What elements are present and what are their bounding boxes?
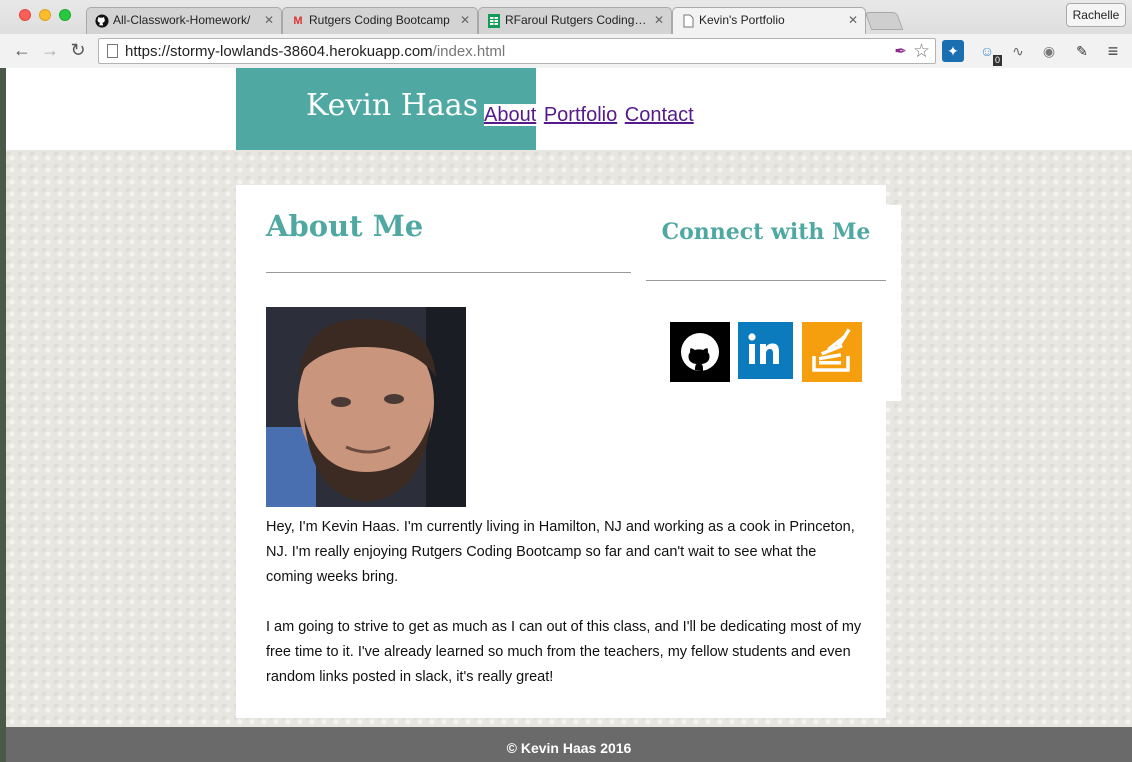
- tab-label: Rutgers Coding Bootcamp: [309, 13, 450, 27]
- new-tab-button[interactable]: [864, 12, 904, 30]
- profile-photo: [266, 307, 466, 507]
- eyedropper-icon[interactable]: ✎: [1071, 40, 1093, 62]
- gmail-icon: M: [293, 15, 303, 27]
- tab-label: All-Classwork-Homework/: [113, 13, 251, 27]
- url-path: /index.html: [432, 43, 506, 60]
- ghostery-icon[interactable]: ☺ 0: [976, 40, 1002, 66]
- browser-chrome: All-Classwork-Homework/ ✕ M Rutgers Codi…: [0, 0, 1132, 68]
- minimize-window-button[interactable]: [39, 9, 51, 21]
- bio-paragraph: Hey, I'm Kevin Haas. I'm currently livin…: [266, 519, 855, 585]
- tab-strip: All-Classwork-Homework/ ✕ M Rutgers Codi…: [0, 0, 1132, 35]
- globe-icon[interactable]: ◉: [1038, 40, 1060, 62]
- close-icon[interactable]: ✕: [460, 13, 470, 27]
- linkedin-icon: [748, 333, 779, 364]
- nav-contact[interactable]: Contact: [625, 104, 694, 126]
- zoom-window-button[interactable]: [59, 9, 71, 21]
- feather-icon[interactable]: ✒: [894, 42, 907, 60]
- page-icon: [107, 44, 118, 58]
- close-icon[interactable]: ✕: [264, 13, 274, 27]
- github-icon: [681, 333, 719, 372]
- bookmark-star-icon[interactable]: ☆: [913, 40, 930, 63]
- page-viewport: Kevin Haas About Portfolio Contact About…: [6, 68, 1132, 762]
- stackoverflow-icon: [812, 328, 851, 372]
- tab-github[interactable]: All-Classwork-Homework/ ✕: [86, 7, 282, 34]
- menu-icon[interactable]: ≡: [1102, 40, 1124, 62]
- extension-icon[interactable]: ✦: [942, 40, 964, 62]
- nav-portfolio[interactable]: Portfolio: [544, 104, 617, 126]
- pulse-icon[interactable]: ∿: [1007, 40, 1029, 62]
- tab-label: Kevin's Portfolio: [699, 13, 785, 27]
- linkedin-link[interactable]: [738, 322, 793, 379]
- back-arrow-icon[interactable]: ←: [11, 39, 33, 61]
- extension-badge: 0: [992, 55, 1002, 66]
- tab-sheets[interactable]: RFaroul Rutgers Coding Bo ✕: [478, 7, 672, 34]
- stackoverflow-link[interactable]: [802, 322, 862, 382]
- tab-label: RFaroul Rutgers Coding Bo: [505, 13, 649, 27]
- toolbar: ← → ↻ https://stormy-lowlands-38604.hero…: [0, 34, 1132, 68]
- connect-section: Connect with Me: [646, 205, 901, 401]
- close-icon[interactable]: ✕: [848, 13, 858, 27]
- forward-arrow-icon[interactable]: →: [39, 39, 61, 61]
- connect-heading: Connect with Me: [661, 219, 871, 245]
- github-icon: [95, 14, 109, 28]
- site-header: Kevin Haas About Portfolio Contact: [6, 68, 1132, 150]
- site-title: Kevin Haas: [306, 88, 479, 123]
- divider: [266, 272, 631, 273]
- bio-paragraph: I am going to strive to get as much as I…: [266, 619, 862, 685]
- address-bar[interactable]: https://stormy-lowlands-38604.herokuapp.…: [98, 38, 936, 64]
- main-nav: About Portfolio Contact: [484, 104, 696, 127]
- tab-portfolio[interactable]: Kevin's Portfolio ✕: [672, 7, 866, 35]
- url-host: https://stormy-lowlands-38604.herokuapp.…: [125, 43, 433, 60]
- profile-button[interactable]: Rachelle: [1066, 3, 1126, 27]
- nav-about[interactable]: About: [484, 104, 537, 126]
- github-link[interactable]: [670, 322, 730, 382]
- site-footer: © Kevin Haas 2016: [6, 727, 1132, 762]
- tab-gmail[interactable]: M Rutgers Coding Bootcamp ✕: [282, 7, 478, 34]
- divider: [646, 280, 886, 281]
- sheets-icon: [487, 14, 501, 28]
- page-icon: [681, 14, 695, 28]
- close-window-button[interactable]: [19, 9, 31, 21]
- reload-icon[interactable]: ↻: [67, 39, 89, 61]
- url-text[interactable]: https://stormy-lowlands-38604.herokuapp.…: [125, 43, 505, 60]
- close-icon[interactable]: ✕: [654, 13, 664, 27]
- about-heading: About Me: [266, 209, 424, 243]
- about-bio: Hey, I'm Kevin Haas. I'm currently livin…: [266, 515, 866, 715]
